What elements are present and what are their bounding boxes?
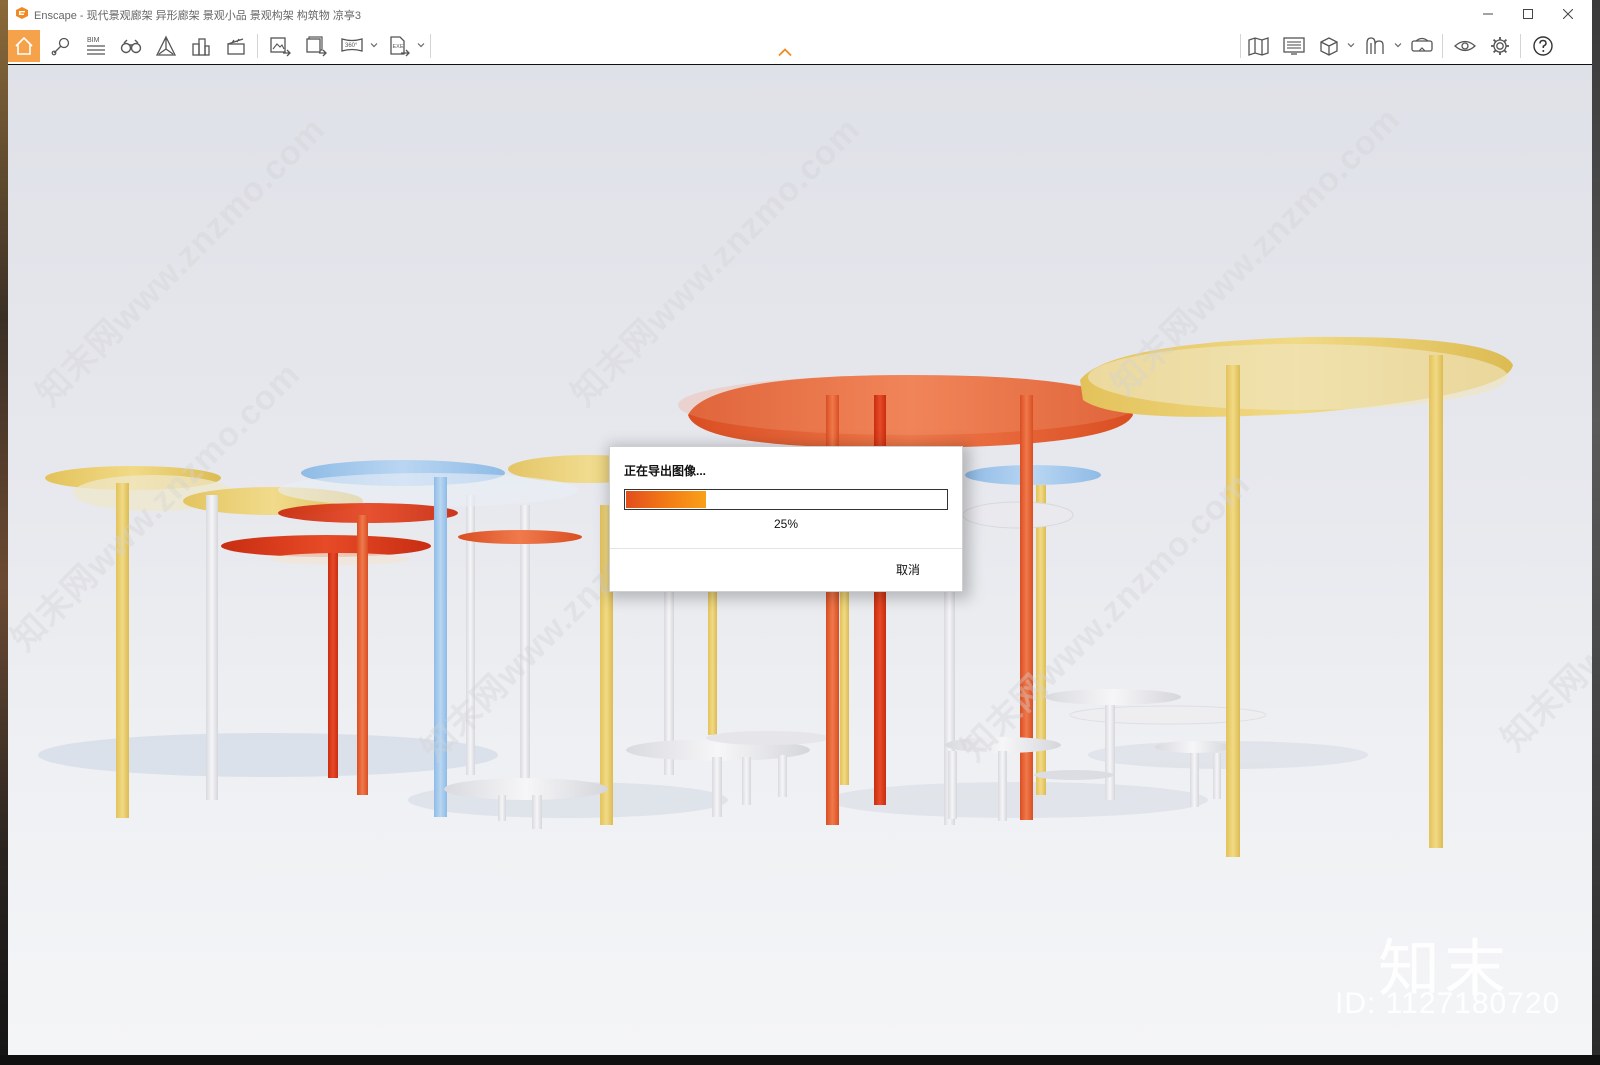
binoculars-button[interactable] (115, 30, 147, 62)
toolbar-separator (1240, 34, 1241, 58)
desktop-background-right (1592, 0, 1600, 1065)
id-watermark: ID: 1127180720 (1335, 987, 1561, 1020)
toolbar-separator (1442, 34, 1443, 58)
city-button[interactable] (185, 30, 217, 62)
clapperboard-icon (227, 38, 245, 55)
house-icon (15, 36, 33, 55)
map-icon (1248, 37, 1269, 56)
cube-icon (1320, 37, 1338, 56)
buildings-icon (192, 38, 210, 56)
panorama-button[interactable]: 360° (337, 30, 369, 62)
visual-settings-button[interactable] (1449, 30, 1481, 62)
progress-percent: 25% (773, 517, 799, 531)
views-button[interactable] (45, 30, 77, 62)
panorama-label: 360° (345, 43, 358, 49)
bim-icon: BIM (87, 37, 105, 55)
chevron-down-icon[interactable] (417, 41, 425, 49)
bim-label: BIM (87, 37, 100, 44)
toolbar-separator (1520, 34, 1521, 58)
exe-export-button[interactable]: EXE (383, 30, 415, 62)
help-icon (1533, 36, 1553, 56)
home-button[interactable] (8, 30, 40, 62)
toolbar-separator (430, 34, 431, 58)
screenshot-button[interactable] (264, 30, 296, 62)
export-progress-dialog: 正在导出图像... 25% 取消 (609, 446, 963, 592)
settings-button[interactable] (1484, 30, 1516, 62)
image-export-icon (270, 37, 291, 57)
minimize-icon (1483, 13, 1493, 15)
batch-export-icon (306, 36, 327, 57)
materials-button[interactable] (1278, 30, 1310, 62)
taskbar (0, 1055, 1600, 1065)
binoculars-icon (120, 39, 142, 54)
minimize-button[interactable] (1468, 0, 1508, 28)
window-controls (1468, 0, 1588, 28)
desktop-background-left (0, 0, 8, 1065)
location-pin-icon (51, 37, 70, 56)
monitor-icon (1283, 37, 1305, 55)
render-viewport[interactable]: 知末网www.znzmo.com 知末网www.znzmo.com 知末网www… (8, 65, 1592, 1055)
window-title: Enscape - 现代景观廊架 异形廊架 景观小品 景观构架 构筑物 凉亭3 (34, 10, 361, 22)
maximize-button[interactable] (1508, 0, 1548, 28)
exe-export-icon: EXE (390, 36, 410, 57)
panorama-icon: 360° (341, 38, 363, 52)
dialog-title: 正在导出图像... (624, 464, 707, 478)
progress-bar (624, 489, 948, 510)
pyramid-icon (155, 35, 177, 56)
progress-fill (626, 491, 706, 508)
chevron-down-icon[interactable] (1347, 41, 1355, 49)
title-bar[interactable]: Enscape - 现代景观廊架 异形廊架 景观小品 景观构架 构筑物 凉亭3 (8, 0, 1592, 28)
maximize-icon (1523, 9, 1533, 19)
enscape-logo-icon (16, 7, 28, 19)
close-icon (1563, 9, 1573, 19)
asset-library-button[interactable] (1313, 30, 1345, 62)
bim-button[interactable]: BIM (80, 30, 112, 62)
sections-button[interactable] (1359, 30, 1391, 62)
main-toolbar: BIM 360° EXE (8, 28, 1592, 65)
atmosphere-button[interactable] (150, 30, 182, 62)
close-button[interactable] (1548, 0, 1588, 28)
toolbar-separator (257, 34, 258, 58)
cancel-button[interactable]: 取消 (896, 561, 920, 578)
enscape-window: Enscape - 现代景观廊架 异形廊架 景观小品 景观构架 构筑物 凉亭3 … (8, 0, 1592, 1055)
gear-icon (1491, 37, 1509, 55)
exe-label: EXE (393, 44, 404, 50)
help-button[interactable] (1527, 30, 1559, 62)
collapse-toolbar-icon[interactable] (778, 48, 792, 57)
dialog-divider (610, 548, 962, 549)
vr-button[interactable] (1406, 30, 1438, 62)
map-button[interactable] (1243, 30, 1275, 62)
batch-render-button[interactable] (300, 30, 332, 62)
chevron-down-icon[interactable] (1394, 41, 1402, 49)
eye-icon (1454, 40, 1476, 52)
section-icon (1366, 37, 1384, 54)
chevron-down-icon[interactable] (370, 41, 378, 49)
video-button[interactable] (220, 30, 252, 62)
vr-headset-icon (1411, 37, 1433, 52)
